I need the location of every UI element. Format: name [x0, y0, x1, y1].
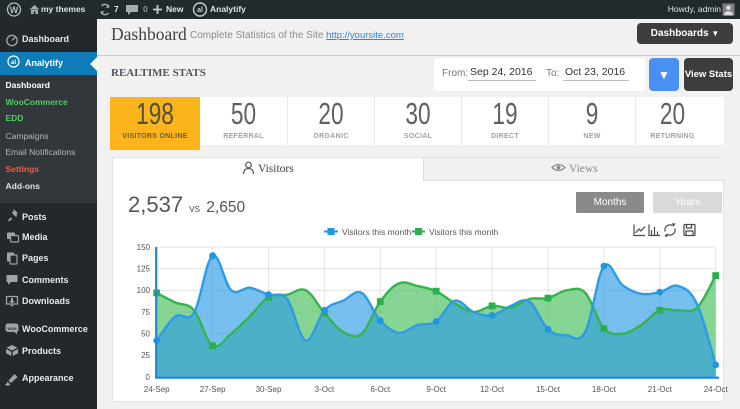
svg-text:0: 0: [146, 373, 151, 382]
svg-text:100: 100: [137, 286, 151, 295]
svg-text:150: 150: [137, 243, 151, 252]
svg-text:6-Oct: 6-Oct: [371, 385, 391, 394]
svg-text:125: 125: [137, 265, 151, 274]
svg-text:50: 50: [141, 330, 150, 339]
svg-text:30-Sep: 30-Sep: [256, 385, 282, 394]
svg-text:Visitors this month: Visitors this month: [342, 227, 412, 237]
svg-text:21-Oct: 21-Oct: [648, 385, 673, 394]
svg-text:9-Oct: 9-Oct: [426, 385, 446, 394]
svg-text:24-Sep: 24-Sep: [144, 385, 170, 394]
svg-text:12-Oct: 12-Oct: [480, 385, 505, 394]
svg-text:3-Oct: 3-Oct: [315, 385, 335, 394]
svg-text:24-Oct: 24-Oct: [704, 385, 729, 394]
svg-text:Visitors this month: Visitors this month: [429, 227, 499, 237]
svg-text:27-Sep: 27-Sep: [200, 385, 226, 394]
svg-text:15-Oct: 15-Oct: [536, 385, 561, 394]
svg-text:25: 25: [141, 351, 150, 360]
svg-text:75: 75: [141, 308, 150, 317]
svg-text:18-Oct: 18-Oct: [592, 385, 617, 394]
